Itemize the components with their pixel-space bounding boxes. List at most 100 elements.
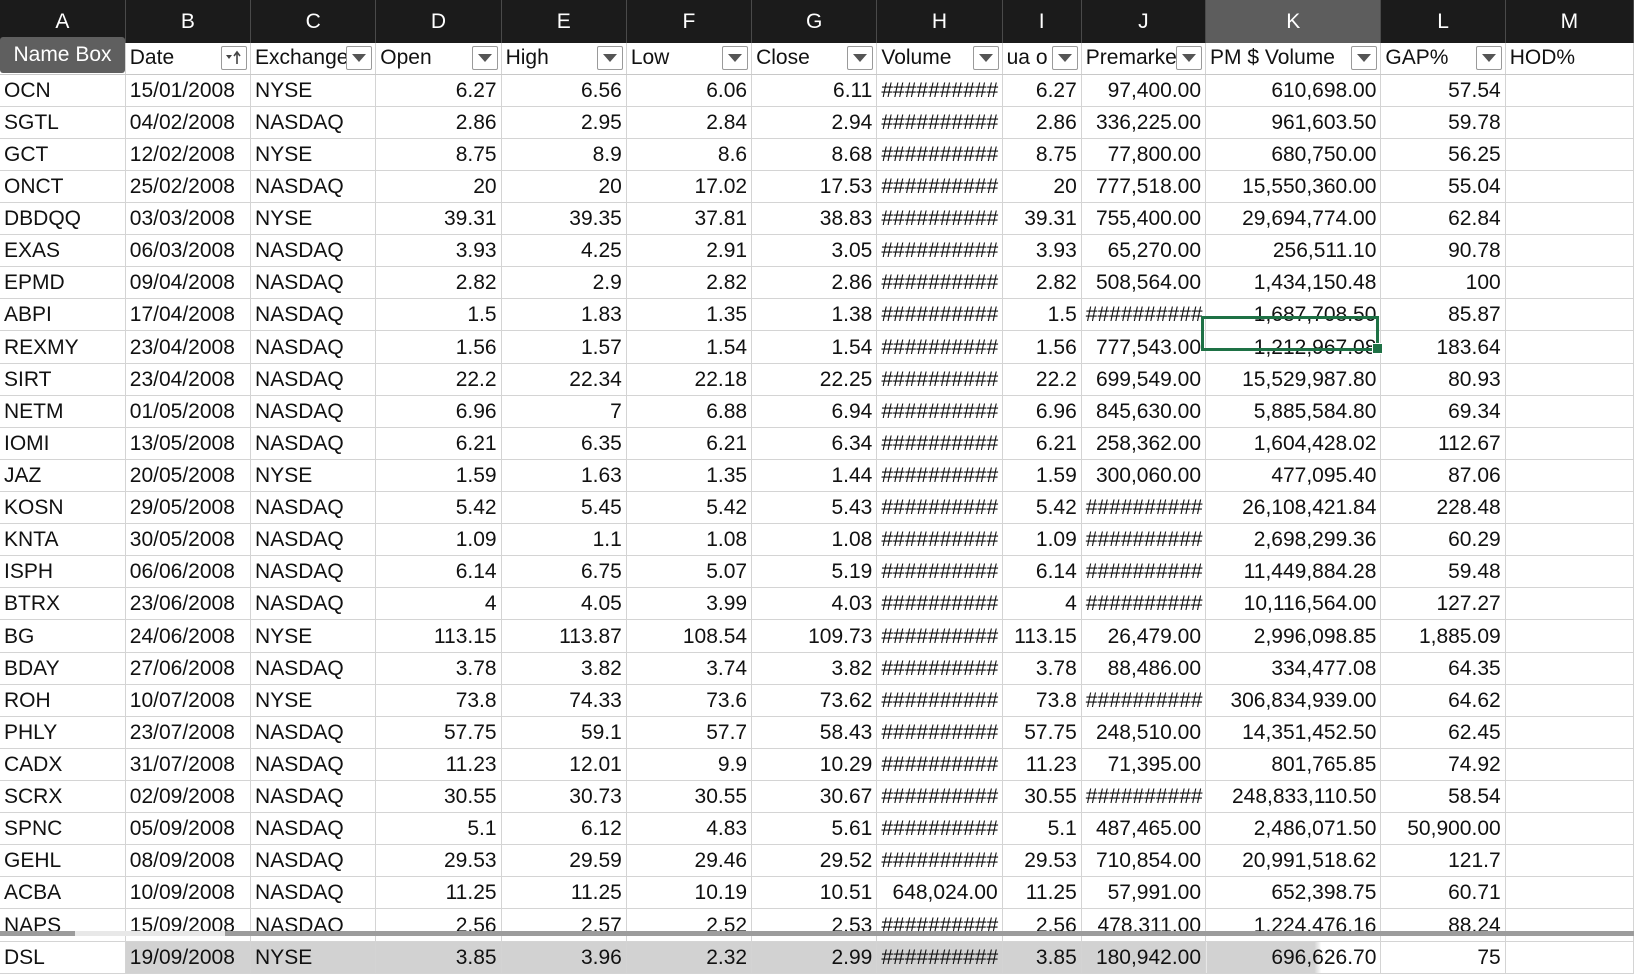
cell-m4[interactable] [1505,106,1634,139]
cell-f19[interactable]: 3.99 [626,587,753,621]
cell-e16[interactable]: 5.45 [501,491,627,525]
cell-h8[interactable]: ########## [876,234,1003,268]
cell-k5[interactable]: 680,750.00 [1205,138,1382,171]
cell-m9[interactable] [1505,266,1634,300]
cell-j11[interactable]: 777,543.00 [1081,330,1207,364]
cell-a17[interactable]: KNTA [0,523,126,557]
cell-e25[interactable]: 30.73 [501,780,627,814]
cell-f14[interactable]: 6.21 [626,427,753,460]
cell-g6[interactable]: 17.53 [751,170,878,204]
cell-c6[interactable]: NASDAQ [250,170,377,204]
cell-m30[interactable] [1505,941,1634,974]
cell-c3[interactable]: NYSE [250,74,377,107]
cell-i3[interactable]: 6.27 [1002,74,1082,107]
cell-a25[interactable]: SCRX [0,780,126,814]
cell-d4[interactable]: 2.86 [375,106,502,139]
cell-g7[interactable]: 38.83 [751,202,878,236]
cell-i12[interactable]: 22.2 [1002,363,1082,396]
cell-c28[interactable]: NASDAQ [250,876,377,910]
cell-d8[interactable]: 3.93 [375,234,502,268]
cell-e30[interactable]: 3.96 [501,941,627,974]
cell-j5[interactable]: 77,800.00 [1081,138,1207,171]
cell-a29[interactable]: NAPS [0,908,126,942]
cell-h23[interactable]: ########## [876,716,1003,749]
cell-b23[interactable]: 23/07/2008 [125,716,252,749]
cell-e27[interactable]: 29.59 [501,844,627,878]
cell-h27[interactable]: ########## [876,844,1003,878]
cell-h5[interactable]: ########## [876,138,1003,171]
cell-e10[interactable]: 1.83 [501,298,627,332]
cell-g21[interactable]: 3.82 [751,652,878,685]
cell-a20[interactable]: BG [0,619,126,653]
header-cell-i[interactable]: ua o [1002,43,1082,75]
cell-j23[interactable]: 248,510.00 [1081,716,1207,749]
cell-j14[interactable]: 258,362.00 [1081,427,1207,460]
cell-j3[interactable]: 97,400.00 [1081,74,1207,107]
column-header-i[interactable]: I [1002,0,1082,43]
cell-f21[interactable]: 3.74 [626,652,753,685]
cell-h29[interactable]: ########## [876,908,1003,942]
cell-a24[interactable]: CADX [0,748,126,782]
cell-d17[interactable]: 1.09 [375,523,502,557]
cell-m8[interactable] [1505,234,1634,268]
cell-g3[interactable]: 6.11 [751,74,878,107]
cell-f11[interactable]: 1.54 [626,330,753,364]
cell-i19[interactable]: 4 [1002,587,1082,621]
cell-c9[interactable]: NASDAQ [250,266,377,300]
cell-h9[interactable]: ########## [876,266,1003,300]
cell-l7[interactable]: 62.84 [1380,202,1506,236]
cell-b17[interactable]: 30/05/2008 [125,523,252,557]
cell-a5[interactable]: GCT [0,138,126,171]
header-cell-h[interactable]: Volume [876,43,1003,75]
cell-i25[interactable]: 30.55 [1002,780,1082,814]
cell-d7[interactable]: 39.31 [375,202,502,236]
cell-h14[interactable]: ########## [876,427,1003,460]
cell-d3[interactable]: 6.27 [375,74,502,107]
cell-c23[interactable]: NASDAQ [250,716,377,749]
cell-d19[interactable]: 4 [375,587,502,621]
cell-b21[interactable]: 27/06/2008 [125,652,252,685]
cell-d28[interactable]: 11.25 [375,876,502,910]
cell-h7[interactable]: ########## [876,202,1003,236]
filter-dropdown-icon[interactable] [847,46,874,70]
cell-k16[interactable]: 26,108,421.84 [1205,491,1382,525]
cell-g4[interactable]: 2.94 [751,106,878,139]
cell-m22[interactable] [1505,684,1634,717]
filter-dropdown-icon[interactable] [1351,46,1378,70]
cell-g23[interactable]: 58.43 [751,716,878,749]
cell-j21[interactable]: 88,486.00 [1081,652,1207,685]
cell-d22[interactable]: 73.8 [375,684,502,717]
cell-h24[interactable]: ########## [876,748,1003,782]
cell-b20[interactable]: 24/06/2008 [125,619,252,653]
cell-m13[interactable] [1505,395,1634,428]
cell-l12[interactable]: 80.93 [1380,363,1506,396]
cell-k9[interactable]: 1,434,150.48 [1205,266,1382,300]
cell-k7[interactable]: 29,694,774.00 [1205,202,1382,236]
cell-h22[interactable]: ########## [876,684,1003,717]
cell-k6[interactable]: 15,550,360.00 [1205,170,1382,204]
cell-d30[interactable]: 3.85 [375,941,502,974]
cell-b14[interactable]: 13/05/2008 [125,427,252,460]
cell-m7[interactable] [1505,202,1634,236]
cell-h15[interactable]: ########## [876,459,1003,493]
cell-f23[interactable]: 57.7 [626,716,753,749]
cell-h17[interactable]: ########## [876,523,1003,557]
cell-e24[interactable]: 12.01 [501,748,627,782]
cell-i7[interactable]: 39.31 [1002,202,1082,236]
cell-h20[interactable]: ########## [876,619,1003,653]
cell-l25[interactable]: 58.54 [1380,780,1506,814]
cell-a26[interactable]: SPNC [0,812,126,846]
cell-d14[interactable]: 6.21 [375,427,502,460]
column-header-m[interactable]: M [1505,0,1634,43]
cell-l22[interactable]: 64.62 [1380,684,1506,717]
cell-e23[interactable]: 59.1 [501,716,627,749]
cell-a19[interactable]: BTRX [0,587,126,621]
cell-a11[interactable]: REXMY [0,330,126,364]
cell-d11[interactable]: 1.56 [375,330,502,364]
cell-l3[interactable]: 57.54 [1380,74,1506,107]
cell-g14[interactable]: 6.34 [751,427,878,460]
cell-e17[interactable]: 1.1 [501,523,627,557]
cell-c11[interactable]: NASDAQ [250,330,377,364]
filter-dropdown-icon[interactable] [1051,46,1078,70]
cell-a28[interactable]: ACBA [0,876,126,910]
